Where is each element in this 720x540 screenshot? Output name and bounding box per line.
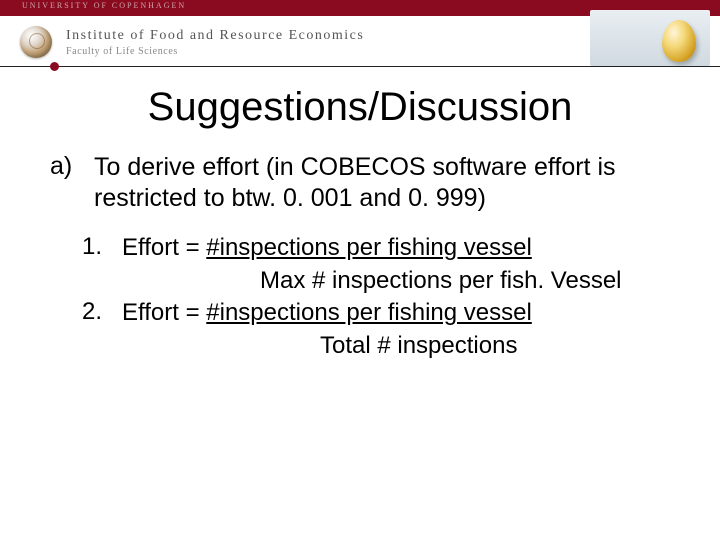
sublist-text-1: Effort = #inspections per fishing vessel — [122, 233, 532, 264]
sublist-2-line2: Total # inspections — [82, 331, 672, 362]
slide-header: Institute of Food and Resource Economics… — [0, 16, 720, 64]
sublist-item-1: 1. Effort = #inspections per fishing ves… — [82, 233, 672, 264]
list-text-a: To derive effort (in COBECOS software ef… — [94, 152, 672, 213]
slide-body: a) To derive effort (in COBECOS software… — [0, 130, 720, 362]
sublist-2-underlined: #inspections per fishing vessel — [206, 299, 532, 326]
university-name: UNIVERSITY OF COPENHAGEN — [22, 1, 186, 10]
university-seal-icon — [20, 26, 52, 58]
slide-title: Suggestions/Discussion — [0, 85, 720, 130]
sublist-1-underlined: #inspections per fishing vessel — [206, 234, 532, 261]
divider-line — [0, 66, 720, 67]
sublist-marker-1: 1. — [82, 233, 122, 264]
sublist-2-lead: Effort = — [122, 299, 206, 326]
list-marker-a: a) — [48, 152, 94, 213]
sublist-1-line2: Max # inspections per fish. Vessel — [82, 266, 672, 297]
faculty-name: Faculty of Life Sciences — [66, 46, 364, 57]
sublist-marker-2: 2. — [82, 298, 122, 329]
sublist: 1. Effort = #inspections per fishing ves… — [48, 233, 672, 362]
institute-name: Institute of Food and Resource Economics — [66, 28, 364, 44]
list-item-a: a) To derive effort (in COBECOS software… — [48, 152, 672, 213]
egg-icon — [662, 20, 696, 62]
divider-dot-icon — [50, 62, 59, 71]
sublist-item-2: 2. Effort = #inspections per fishing ves… — [82, 298, 672, 329]
sublist-1-lead: Effort = — [122, 234, 206, 261]
divider — [0, 66, 720, 67]
institute-block: Institute of Food and Resource Economics… — [66, 28, 364, 57]
header-decoration — [590, 10, 710, 66]
sublist-text-2: Effort = #inspections per fishing vessel — [122, 298, 532, 329]
